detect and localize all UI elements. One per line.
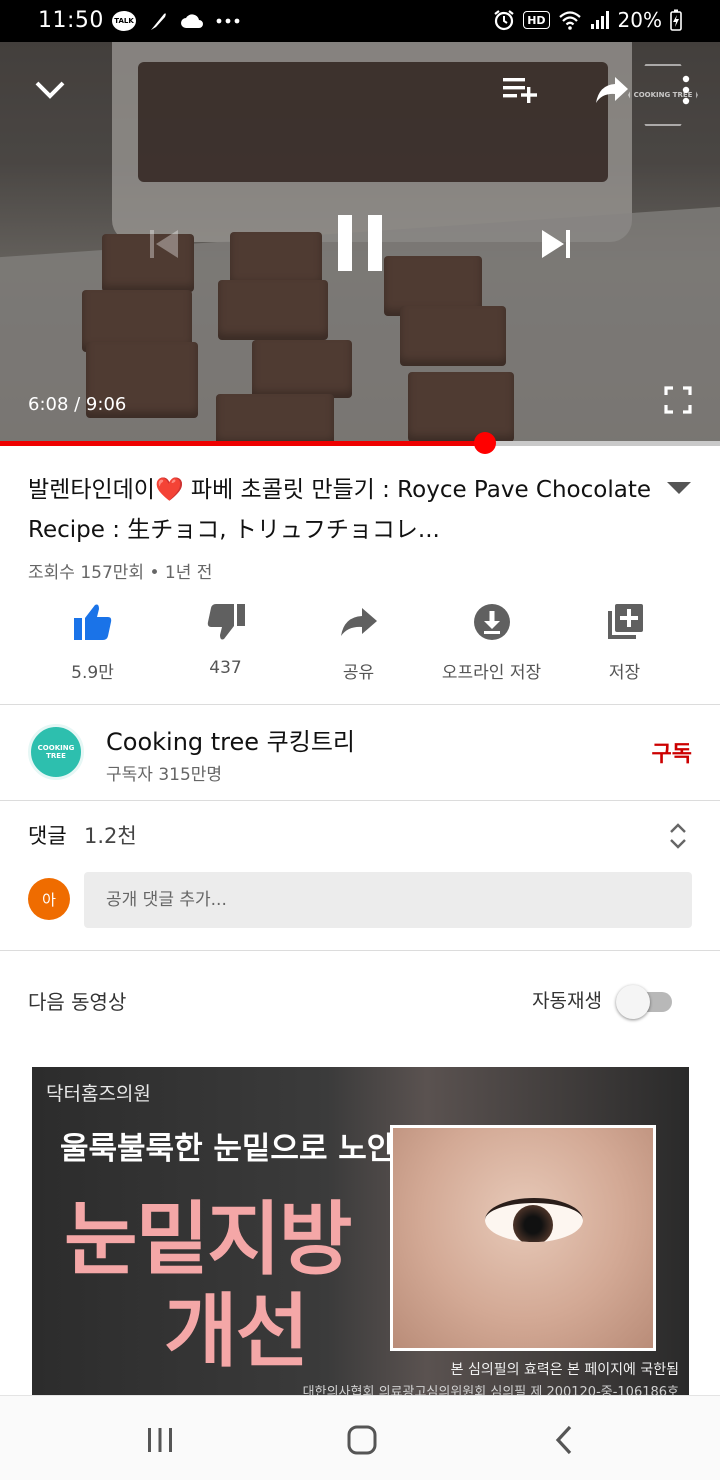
- thumbs-up-icon: [71, 600, 115, 644]
- video-player[interactable]: COOKING TREE 6:08 / 9:06: [0, 42, 720, 446]
- video-title: 발렌타인데이❤️ 파베 초콜릿 만들기 : Royce Pave Chocola…: [28, 477, 652, 543]
- progress-bar[interactable]: [0, 432, 720, 454]
- share-button[interactable]: 공유: [292, 600, 425, 690]
- channel-row[interactable]: COOKING TREE Cooking tree 쿠킹트리 구독자 315만명…: [0, 706, 720, 800]
- fullscreen-icon[interactable]: [660, 382, 696, 418]
- channel-avatar[interactable]: COOKING TREE: [28, 724, 84, 780]
- autoplay-toggle[interactable]: [616, 984, 674, 1019]
- offline-save-button[interactable]: 오프라인 저장: [425, 600, 558, 690]
- autoplay-toggle-thumb: [616, 985, 650, 1019]
- expand-comments-icon[interactable]: [664, 820, 692, 852]
- ad-brand: 닥터홈즈의원: [46, 1083, 151, 1105]
- home-icon[interactable]: [338, 1420, 386, 1460]
- ad-banner[interactable]: 닥터홈즈의원 울룩불룩한 눈밑으로 노안? 눈밑지방 개선 본 심의필의 효력은…: [32, 1067, 689, 1395]
- progress-scrubber-handle[interactable]: [474, 432, 497, 454]
- save-label: 저장: [608, 663, 641, 683]
- comments-count: 1.2천: [84, 824, 137, 848]
- thumbs-down-icon: [204, 600, 248, 644]
- save-to-playlist-button[interactable]: 저장: [558, 600, 691, 690]
- back-icon[interactable]: [540, 1420, 588, 1460]
- like-button[interactable]: 5.9만: [26, 600, 159, 690]
- battery-charging-icon: [670, 8, 682, 32]
- channel-name[interactable]: Cooking tree 쿠킹트리: [106, 722, 355, 757]
- share-label: 공유: [342, 663, 375, 683]
- autoplay-label: 자동재생: [532, 990, 602, 1012]
- share-icon[interactable]: [590, 72, 634, 108]
- recent-apps-icon[interactable]: [136, 1420, 184, 1460]
- playback-time: 6:08 / 9:06: [28, 394, 127, 415]
- battery-level: 20%: [617, 8, 662, 32]
- alarm-icon: [493, 8, 515, 32]
- progress-played: [0, 441, 486, 446]
- ad-disclaimer: 본 심의필의 효력은 본 페이지에 국한됨: [450, 1362, 679, 1378]
- user-avatar: 아: [28, 878, 70, 920]
- feather-icon: [148, 9, 168, 33]
- offline-save-label: 오프라인 저장: [441, 663, 542, 683]
- cloud-icon: [180, 9, 204, 33]
- eye-image: [485, 1198, 583, 1242]
- minimize-chevron-down-icon[interactable]: [28, 72, 72, 108]
- share-icon: [337, 600, 381, 644]
- subscriber-count: 구독자 315만명: [106, 765, 223, 785]
- comment-input[interactable]: [84, 872, 692, 928]
- status-right-icons: HD 20%: [493, 8, 682, 32]
- ad-big-text-line2: 개선: [164, 1285, 309, 1378]
- status-left-icons: TALK: [112, 9, 240, 33]
- up-next-header: 다음 동영상 자동재생: [0, 950, 720, 1060]
- signal-icon: [590, 8, 610, 32]
- more-dots-icon: [216, 9, 240, 33]
- add-to-playlist-icon: [603, 600, 647, 644]
- video-meta: 조회수 157만회 • 1년 전: [28, 563, 213, 583]
- previous-video-icon[interactable]: [140, 224, 188, 264]
- system-nav-bar: [0, 1395, 720, 1480]
- wifi-icon: [558, 8, 582, 32]
- status-time: 11:50: [38, 8, 104, 33]
- comments-title: 댓글: [28, 824, 67, 848]
- status-bar: 11:50 TALK HD 20%: [0, 0, 720, 42]
- dislike-count: 437: [209, 658, 242, 678]
- download-icon: [470, 600, 514, 644]
- next-video-icon[interactable]: [532, 224, 580, 264]
- up-next-title: 다음 동영상: [28, 990, 127, 1014]
- like-count: 5.9만: [71, 663, 114, 683]
- expand-description-icon[interactable]: [664, 476, 694, 500]
- subscribe-button[interactable]: 구독: [652, 736, 692, 768]
- video-info: 발렌타인데이❤️ 파베 초콜릿 만들기 : Royce Pave Chocola…: [28, 470, 658, 583]
- video-actions: 5.9만 437 공유 오프라인 저장 저장: [0, 600, 720, 690]
- talk-icon: TALK: [112, 11, 136, 31]
- add-to-queue-icon[interactable]: [498, 72, 542, 108]
- more-options-icon[interactable]: [672, 70, 700, 110]
- ad-eye-photo: [390, 1125, 656, 1351]
- pause-icon[interactable]: [330, 210, 390, 276]
- ad-approval-number: 대한의사협회 의료광고심의위원회 심의필 제 200120-중-106186호: [302, 1385, 679, 1395]
- dislike-button[interactable]: 437: [159, 600, 292, 690]
- divider: [0, 704, 720, 705]
- comments-section[interactable]: 댓글 1.2천 아: [0, 800, 720, 950]
- ad-headline: 울룩불룩한 눈밑으로 노안?: [60, 1131, 414, 1167]
- hd-icon: HD: [523, 11, 550, 29]
